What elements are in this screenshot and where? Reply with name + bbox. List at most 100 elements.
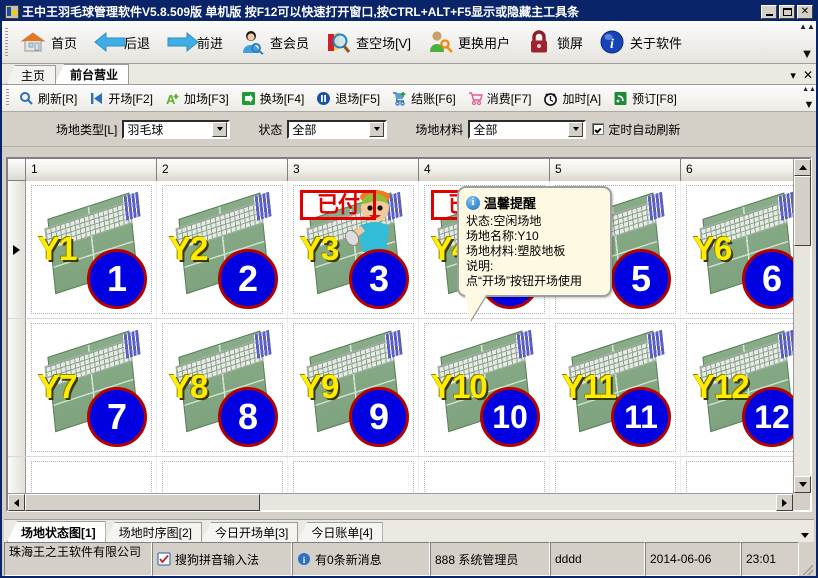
toolbar-button-court-search[interactable]: 查空场[V] <box>317 23 419 61</box>
court-cell[interactable] <box>157 457 288 493</box>
court-cell[interactable]: Y7 7 <box>26 319 157 456</box>
court-type-select[interactable]: 羽毛球 <box>122 119 231 139</box>
minimize-button[interactable] <box>761 4 777 19</box>
status-select[interactable]: 全部 <box>287 119 388 139</box>
maximize-button[interactable] <box>779 4 795 19</box>
chevron-down-icon[interactable] <box>801 533 809 538</box>
action-button-booking[interactable]: 预订[F8] <box>607 86 683 110</box>
action-button-overtime[interactable]: 加时[A] <box>537 86 607 110</box>
court-card: Y1 1 <box>31 185 152 314</box>
court-cell[interactable]: Y9 9 <box>288 319 419 456</box>
court-name: Y2 <box>169 230 208 267</box>
court-cell[interactable]: Y10 10 <box>419 319 550 456</box>
court-cell[interactable]: 已付 Y3 3 <box>288 181 419 318</box>
scroll-right-button[interactable] <box>776 494 793 511</box>
court-cell[interactable]: Y2 2 <box>157 181 288 318</box>
row-selector[interactable] <box>8 319 26 456</box>
resize-grip[interactable] <box>799 542 814 576</box>
court-name: Y12 <box>693 368 750 405</box>
court-card <box>31 461 152 493</box>
tooltip-line-status: 状态:空闲场地 <box>466 214 542 228</box>
court-cell[interactable] <box>26 457 157 493</box>
action-button-consume[interactable]: 消费[F7] <box>462 86 538 110</box>
toolbar-grip[interactable] <box>5 28 8 56</box>
court-cell[interactable]: Y11 11 <box>550 319 681 456</box>
triangle-left-icon <box>14 498 19 507</box>
action-toolbar-overflow[interactable]: ▲▲ ▼ <box>802 86 816 111</box>
close-tab-icon[interactable]: ✕ <box>803 68 813 82</box>
page-tab-front-desk[interactable]: 前台营业 <box>55 64 130 84</box>
action-button-switch[interactable]: 换场[F4] <box>235 86 311 110</box>
court-cell[interactable] <box>288 457 419 493</box>
action-button-start[interactable]: 开场[F2] <box>83 86 159 110</box>
scroll-up-button[interactable] <box>794 159 811 176</box>
row-selector[interactable] <box>8 181 26 318</box>
bottom-tab-today-sessions[interactable]: 今日开场单[3] <box>201 522 299 542</box>
court-cell[interactable] <box>419 457 550 493</box>
bottom-tab-court-status[interactable]: 场地状态图[1] <box>7 521 106 542</box>
court-cell[interactable] <box>550 457 681 493</box>
column-header[interactable]: 5 <box>550 159 681 181</box>
status-messages[interactable]: i 有0条新消息 <box>292 542 430 576</box>
court-cell[interactable]: Y6 6 <box>681 181 793 318</box>
grid-body: Y1 1 Y2 2 已付 Y3 3 Y4 5 Y6 6 Y7 7 Y8 8 Y9… <box>8 181 793 493</box>
action-button-refresh[interactable]: 刷新[R] <box>13 86 83 110</box>
vertical-scroll-thumb[interactable] <box>794 176 811 246</box>
court-cell[interactable] <box>681 457 793 493</box>
toolbar-button-member-search[interactable]: 查会员 <box>231 23 317 61</box>
status-company: 珠海王之王软件有限公司 <box>4 542 152 576</box>
column-header[interactable]: 6 <box>681 159 793 181</box>
toolbar-button-lock[interactable]: 锁屏 <box>518 23 591 61</box>
court-cell[interactable]: Y8 8 <box>157 319 288 456</box>
court-tooltip: i 温馨提醒 状态:空闲场地 场地名称:Y10 场地材料:塑胶地板 说明: 点“… <box>457 186 612 321</box>
court-name: Y6 <box>693 230 732 267</box>
toolbar-button-switch-user[interactable]: 更换用户 <box>419 23 518 61</box>
column-header[interactable]: 4 <box>419 159 550 181</box>
tooltip-line-name: 场地名称:Y10 <box>466 229 539 243</box>
action-button-checkout[interactable]: 结账[F6] <box>386 86 462 110</box>
toolbar-button-back[interactable]: 后退 <box>85 23 158 61</box>
chevron-down-icon[interactable] <box>568 121 584 137</box>
auto-refresh-label: 定时自动刷新 <box>608 122 681 137</box>
vertical-scrollbar[interactable] <box>793 159 811 493</box>
material-select[interactable]: 全部 <box>468 119 587 139</box>
chevron-down-icon[interactable] <box>212 121 228 137</box>
row-selector[interactable] <box>8 457 26 493</box>
status-ime[interactable]: 搜狗拼音输入法 <box>152 542 292 576</box>
page-tab-home[interactable]: 主页 <box>6 65 57 84</box>
bottom-tab-today-bills[interactable]: 今日账单[4] <box>297 522 383 542</box>
switch-court-icon <box>241 91 256 106</box>
horizontal-scrollbar[interactable] <box>8 493 793 511</box>
status-time: 23:01 <box>741 542 799 576</box>
horizontal-scroll-thumb[interactable] <box>25 494 260 511</box>
scroll-left-button[interactable] <box>8 494 25 511</box>
chevron-down-icon[interactable] <box>369 121 385 137</box>
court-cell[interactable]: Y1 1 <box>26 181 157 318</box>
switch-user-icon <box>427 29 453 55</box>
action-button-add[interactable]: A 加场[F3] <box>159 86 235 110</box>
toolbar-button-about[interactable]: i 关于软件 <box>591 23 690 61</box>
court-number-badge: 10 <box>480 387 540 447</box>
column-header[interactable]: 2 <box>157 159 288 181</box>
chevron-down-icon[interactable]: ▾ <box>790 69 796 82</box>
action-button-end[interactable]: 退场[F5] <box>310 86 386 110</box>
scroll-down-button[interactable] <box>794 476 811 493</box>
court-card <box>555 461 676 493</box>
action-toolbar-grip[interactable] <box>6 89 9 107</box>
close-button[interactable]: ✕ <box>797 4 813 19</box>
bottom-tab-court-timeline[interactable]: 场地时序图[2] <box>104 522 203 542</box>
action-label-booking: 预订[F8] <box>632 91 677 106</box>
page-tab-controls: ▾ ✕ <box>790 68 813 82</box>
main-toolbar: 首页 后退 前进 查会员 查空场[V] 更换用户 锁屏 i 关于软件 ▲▲ ▼ <box>2 21 816 64</box>
court-card: Y2 2 <box>162 185 283 314</box>
toolbar-button-home[interactable]: 首页 <box>12 23 85 61</box>
toolbar-button-forward[interactable]: 前进 <box>158 23 231 61</box>
toolbar-overflow[interactable]: ▲▲ ▼ <box>799 23 815 61</box>
court-number-badge: 8 <box>218 387 278 447</box>
svg-text:A: A <box>166 92 176 106</box>
court-cell[interactable]: Y12 12 <box>681 319 793 456</box>
column-header[interactable]: 1 <box>26 159 157 181</box>
cart-icon <box>468 91 483 106</box>
column-header[interactable]: 3 <box>288 159 419 181</box>
auto-refresh-checkbox[interactable] <box>592 123 605 135</box>
